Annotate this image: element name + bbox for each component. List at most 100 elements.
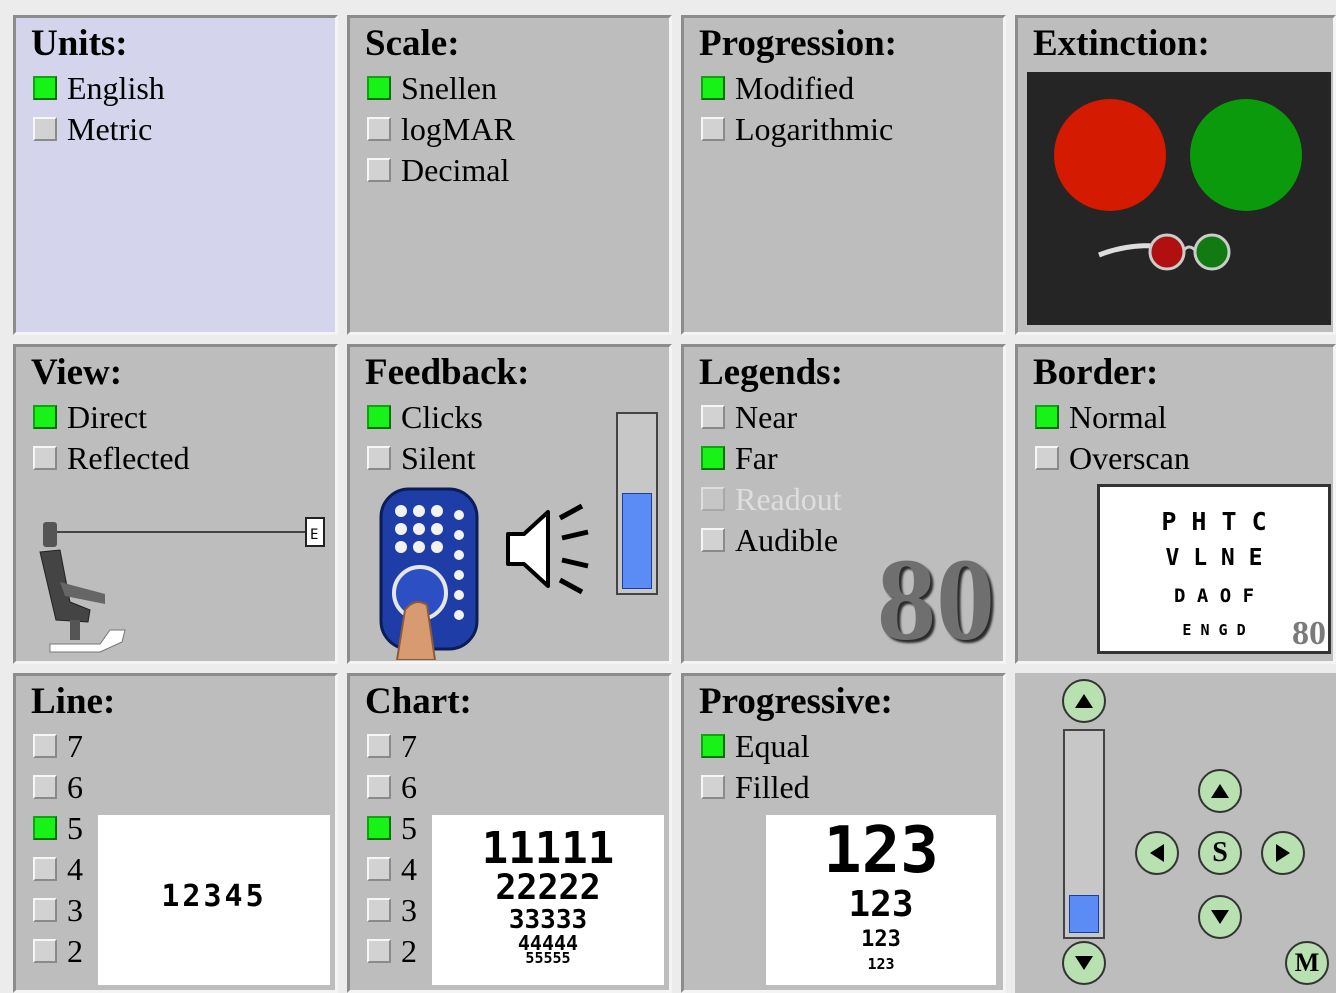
option-label: Silent [401, 439, 476, 476]
option-label: 2 [401, 932, 417, 969]
feedback-option-silent[interactable]: Silent [367, 440, 476, 476]
option-label: logMAR [401, 110, 515, 147]
option-label: Near [735, 398, 798, 435]
line-option-3[interactable]: 3 [33, 892, 83, 928]
chart-row: D A O F [1173, 585, 1255, 607]
legends-option-near[interactable]: Near [701, 399, 797, 435]
units-option-metric[interactable]: Metric [33, 111, 152, 147]
progression-option-modified[interactable]: Modified [701, 70, 854, 106]
checkbox[interactable] [701, 405, 725, 429]
option-label: 7 [401, 727, 417, 764]
nav-center-button[interactable]: S [1198, 831, 1242, 875]
level-slider[interactable] [1063, 729, 1105, 939]
legends-option-audible[interactable]: Audible [701, 522, 838, 558]
scale-panel: Scale: Snellen logMAR Decimal [347, 15, 672, 335]
volume-level-fill [622, 493, 652, 589]
scale-option-snellen[interactable]: Snellen [367, 70, 497, 106]
nav-up-button[interactable] [1198, 769, 1242, 813]
line-option-7[interactable]: 7 [33, 728, 83, 764]
chart-option-4[interactable]: 4 [367, 851, 417, 887]
chart-option-7[interactable]: 7 [367, 728, 417, 764]
checkbox[interactable] [1035, 405, 1059, 429]
option-label: Normal [1069, 398, 1167, 435]
units-title: Units: [31, 23, 128, 64]
chart-option-6[interactable]: 6 [367, 769, 417, 805]
view-panel: View: Direct Reflected E [13, 344, 338, 664]
scale-option-decimal[interactable]: Decimal [367, 152, 509, 188]
triangle-down-icon [1211, 910, 1229, 924]
checkbox[interactable] [701, 117, 725, 141]
triangle-left-icon [1150, 844, 1164, 862]
checkbox[interactable] [367, 775, 391, 799]
option-label: 7 [67, 727, 83, 764]
chart-option-5[interactable]: 5 [367, 810, 417, 846]
option-label: Reflected [67, 439, 190, 476]
chart-row: 55555 [525, 949, 571, 967]
progression-option-logarithmic[interactable]: Logarithmic [701, 111, 893, 147]
view-option-reflected[interactable]: Reflected [33, 440, 190, 476]
checkbox[interactable] [701, 775, 725, 799]
checkbox[interactable] [367, 405, 391, 429]
line-panel: Line: 7 6 5 4 3 2 12345 [13, 673, 338, 993]
slider-down-button[interactable] [1062, 941, 1106, 985]
checkbox[interactable] [701, 528, 725, 552]
option-label: 3 [67, 891, 83, 928]
red-green-glasses-image[interactable] [1027, 72, 1331, 325]
view-option-direct[interactable]: Direct [33, 399, 147, 435]
checkbox[interactable] [701, 76, 725, 100]
nav-right-button[interactable] [1261, 831, 1305, 875]
checkbox[interactable] [33, 446, 57, 470]
checkbox[interactable] [367, 117, 391, 141]
checkbox[interactable] [33, 898, 57, 922]
checkbox[interactable] [367, 816, 391, 840]
checkbox[interactable] [33, 939, 57, 963]
slider-up-button[interactable] [1062, 679, 1106, 723]
line-option-2[interactable]: 2 [33, 933, 83, 969]
menu-button[interactable]: M [1285, 941, 1329, 985]
chart-option-3[interactable]: 3 [367, 892, 417, 928]
checkbox[interactable] [701, 734, 725, 758]
volume-slider[interactable] [616, 412, 658, 595]
checkbox[interactable] [367, 898, 391, 922]
feedback-option-clicks[interactable]: Clicks [367, 399, 483, 435]
checkbox[interactable] [33, 816, 57, 840]
checkbox[interactable] [33, 405, 57, 429]
progressive-row: 123 [867, 955, 895, 973]
progressive-option-filled[interactable]: Filled [701, 769, 810, 805]
checkbox[interactable] [367, 76, 391, 100]
option-label: Far [735, 439, 778, 476]
units-panel[interactable]: Units: English Metric [13, 15, 338, 335]
progressive-option-equal[interactable]: Equal [701, 728, 810, 764]
checkbox[interactable] [367, 734, 391, 758]
triangle-up-icon [1211, 784, 1229, 798]
border-option-overscan[interactable]: Overscan [1035, 440, 1190, 476]
checkbox[interactable] [367, 939, 391, 963]
checkbox[interactable] [33, 76, 57, 100]
option-label: 5 [67, 809, 83, 846]
option-label: Overscan [1069, 439, 1190, 476]
checkbox[interactable] [701, 446, 725, 470]
checkbox[interactable] [367, 158, 391, 182]
legends-panel: Legends: Near Far Readout Audible 80 [681, 344, 1006, 664]
checkbox[interactable] [367, 446, 391, 470]
border-option-normal[interactable]: Normal [1035, 399, 1167, 435]
triangle-right-icon [1276, 844, 1290, 862]
checkbox[interactable] [33, 117, 57, 141]
option-label: English [67, 69, 165, 106]
checkbox[interactable] [367, 857, 391, 881]
checkbox[interactable] [33, 775, 57, 799]
checkbox[interactable] [33, 734, 57, 758]
nav-left-button[interactable] [1135, 831, 1179, 875]
line-option-6[interactable]: 6 [33, 769, 83, 805]
extinction-panel[interactable]: Extinction: [1015, 15, 1336, 335]
line-option-4[interactable]: 4 [33, 851, 83, 887]
checkbox[interactable] [33, 857, 57, 881]
legends-option-far[interactable]: Far [701, 440, 778, 476]
units-option-english[interactable]: English [33, 70, 165, 106]
nav-down-button[interactable] [1198, 895, 1242, 939]
checkbox[interactable] [1035, 446, 1059, 470]
chart-option-2[interactable]: 2 [367, 933, 417, 969]
scale-option-logmar[interactable]: logMAR [367, 111, 515, 147]
line-option-5[interactable]: 5 [33, 810, 83, 846]
chart-row: P H T C [1161, 507, 1267, 536]
